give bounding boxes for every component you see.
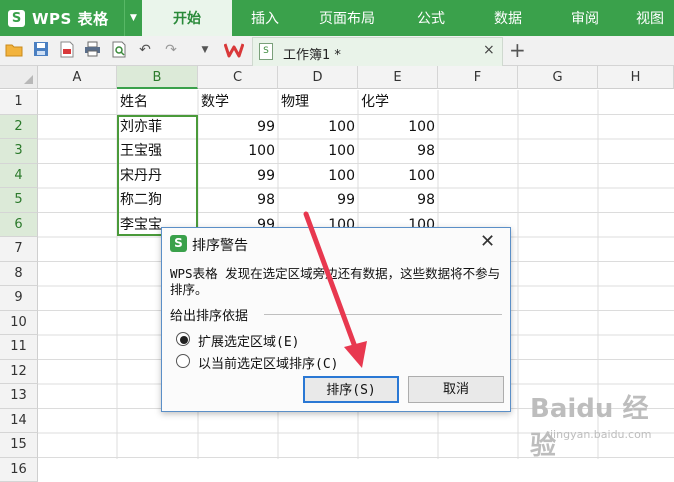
arrow-shaft <box>306 214 358 355</box>
watermark-main: Baidu 经验 <box>530 388 670 462</box>
baidu-watermark: Baidu 经验 jingyan.baidu.com <box>520 386 670 452</box>
watermark-sub: jingyan.baidu.com <box>550 428 652 441</box>
arrow-head <box>344 341 367 368</box>
row-header-16[interactable]: 16 <box>0 458 38 482</box>
